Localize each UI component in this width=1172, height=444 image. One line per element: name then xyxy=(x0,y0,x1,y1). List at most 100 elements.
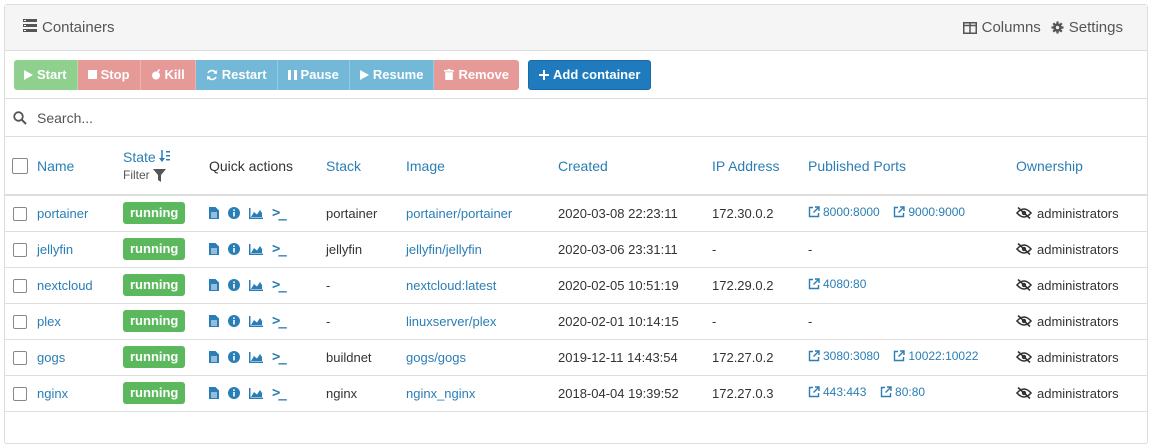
pause-label: Pause xyxy=(300,67,339,82)
column-header-state[interactable]: State xyxy=(123,149,156,165)
container-name-link[interactable]: portainer xyxy=(37,206,88,221)
published-port-link[interactable]: 10022:10022 xyxy=(893,349,978,363)
column-header-created[interactable]: Created xyxy=(558,158,608,174)
table-row: plex running >_ - linuxserver/plex 2020-… xyxy=(5,303,1147,339)
info-icon[interactable] xyxy=(228,351,240,363)
search-input[interactable] xyxy=(35,108,635,127)
stats-chart-icon[interactable] xyxy=(249,243,263,255)
image-link[interactable]: linuxserver/plex xyxy=(406,314,496,329)
column-header-name[interactable]: Name xyxy=(37,158,74,174)
column-header-ip-address[interactable]: IP Address xyxy=(712,158,779,174)
created-value: 2020-03-08 22:23:11 xyxy=(558,205,678,221)
column-header-stack[interactable]: Stack xyxy=(326,158,361,174)
stats-chart-icon[interactable] xyxy=(249,207,263,219)
console-icon[interactable]: >_ xyxy=(272,205,287,221)
ownership-value: administrators xyxy=(1037,313,1119,329)
quick-actions: >_ xyxy=(209,385,326,401)
column-header-quick-actions: Quick actions xyxy=(209,157,294,174)
resume-button[interactable]: Resume xyxy=(349,59,435,90)
container-name-link[interactable]: gogs xyxy=(37,350,65,365)
console-icon[interactable]: >_ xyxy=(272,385,287,401)
kill-label: Kill xyxy=(164,67,185,82)
info-icon[interactable] xyxy=(228,279,240,291)
image-link[interactable]: portainer/portainer xyxy=(406,206,512,221)
restart-button[interactable]: Restart xyxy=(195,59,278,90)
add-container-label: Add container xyxy=(553,67,641,82)
stack-value: - xyxy=(326,277,331,293)
table-header: Name State Filter Quick actions Stack Im… xyxy=(5,137,1147,195)
stop-label: Stop xyxy=(100,67,130,82)
container-name-link[interactable]: nextcloud xyxy=(37,278,93,293)
console-icon[interactable]: >_ xyxy=(272,313,287,329)
image-link[interactable]: jellyfin/jellyfin xyxy=(406,242,482,257)
filter-label: Filter xyxy=(123,168,150,182)
stats-chart-icon[interactable] xyxy=(249,351,263,363)
row-checkbox[interactable] xyxy=(13,278,27,293)
add-container-button[interactable]: Add container xyxy=(528,59,652,90)
console-icon[interactable]: >_ xyxy=(272,349,287,365)
ownership-value: administrators xyxy=(1037,349,1119,365)
logs-icon[interactable] xyxy=(209,387,219,399)
stats-chart-icon[interactable] xyxy=(249,279,263,291)
stack-value: nginx xyxy=(326,385,358,401)
logs-icon[interactable] xyxy=(209,243,219,255)
published-port-link[interactable]: 4080:80 xyxy=(808,277,866,291)
status-badge: running xyxy=(123,238,186,260)
row-checkbox[interactable] xyxy=(13,350,27,365)
published-port-link[interactable]: 3080:3080 xyxy=(808,349,880,363)
quick-actions: >_ xyxy=(209,313,326,329)
logs-icon[interactable] xyxy=(209,351,219,363)
search-icon xyxy=(13,110,27,125)
gear-icon xyxy=(1051,21,1064,34)
image-link[interactable]: nginx_nginx xyxy=(406,386,475,401)
eye-slash-icon xyxy=(1016,243,1032,255)
created-value: 2020-02-05 10:51:19 xyxy=(558,277,679,293)
column-header-ownership[interactable]: Ownership xyxy=(1016,158,1083,174)
container-name-link[interactable]: jellyfin xyxy=(37,242,73,257)
row-checkbox[interactable] xyxy=(13,314,27,329)
kill-button[interactable]: Kill xyxy=(140,59,196,90)
status-badge: running xyxy=(123,382,186,404)
published-port-link[interactable]: 8000:8000 xyxy=(808,205,880,219)
stop-button[interactable]: Stop xyxy=(77,59,141,90)
logs-icon[interactable] xyxy=(209,315,219,327)
image-link[interactable]: nextcloud:latest xyxy=(406,278,496,293)
table-row: nginx running >_ nginx nginx_nginx 2018-… xyxy=(5,375,1147,411)
published-port-link[interactable]: 443:443 xyxy=(808,385,866,399)
stats-chart-icon[interactable] xyxy=(249,315,263,327)
row-checkbox[interactable] xyxy=(13,386,27,401)
columns-button[interactable]: Columns xyxy=(962,19,1041,36)
plus-icon xyxy=(539,69,550,80)
logs-icon[interactable] xyxy=(209,207,219,220)
start-button[interactable]: Start xyxy=(14,59,78,90)
logs-icon[interactable] xyxy=(209,279,219,291)
table-row: nextcloud running >_ - nextcloud:latest … xyxy=(5,267,1147,303)
image-link[interactable]: gogs/gogs xyxy=(406,350,466,365)
column-header-image[interactable]: Image xyxy=(406,158,445,174)
ip-address-value: - xyxy=(712,313,717,329)
row-checkbox[interactable] xyxy=(13,242,27,257)
container-name-link[interactable]: nginx xyxy=(37,386,68,401)
settings-button[interactable]: Settings xyxy=(1051,19,1123,36)
published-port-link[interactable]: 9000:9000 xyxy=(893,205,965,219)
published-port-link[interactable]: 80:80 xyxy=(880,385,925,399)
pause-button[interactable]: Pause xyxy=(277,59,350,90)
info-icon[interactable] xyxy=(228,315,240,327)
settings-label: Settings xyxy=(1068,19,1123,36)
column-header-published-ports[interactable]: Published Ports xyxy=(808,158,906,174)
stats-chart-icon[interactable] xyxy=(249,387,263,399)
remove-button[interactable]: Remove xyxy=(434,59,520,90)
select-all-checkbox[interactable] xyxy=(12,157,28,174)
no-ports-value: - xyxy=(808,241,813,257)
play-icon xyxy=(24,69,33,80)
row-checkbox[interactable] xyxy=(13,207,27,222)
container-name-link[interactable]: plex xyxy=(37,314,61,329)
info-icon[interactable] xyxy=(228,387,240,399)
info-icon[interactable] xyxy=(228,243,240,255)
state-filter[interactable]: Filter xyxy=(123,168,209,182)
ownership-cell: administrators xyxy=(1016,206,1147,221)
console-icon[interactable]: >_ xyxy=(272,241,287,257)
console-icon[interactable]: >_ xyxy=(272,277,287,293)
info-icon[interactable] xyxy=(228,207,240,220)
list-icon xyxy=(23,19,42,36)
